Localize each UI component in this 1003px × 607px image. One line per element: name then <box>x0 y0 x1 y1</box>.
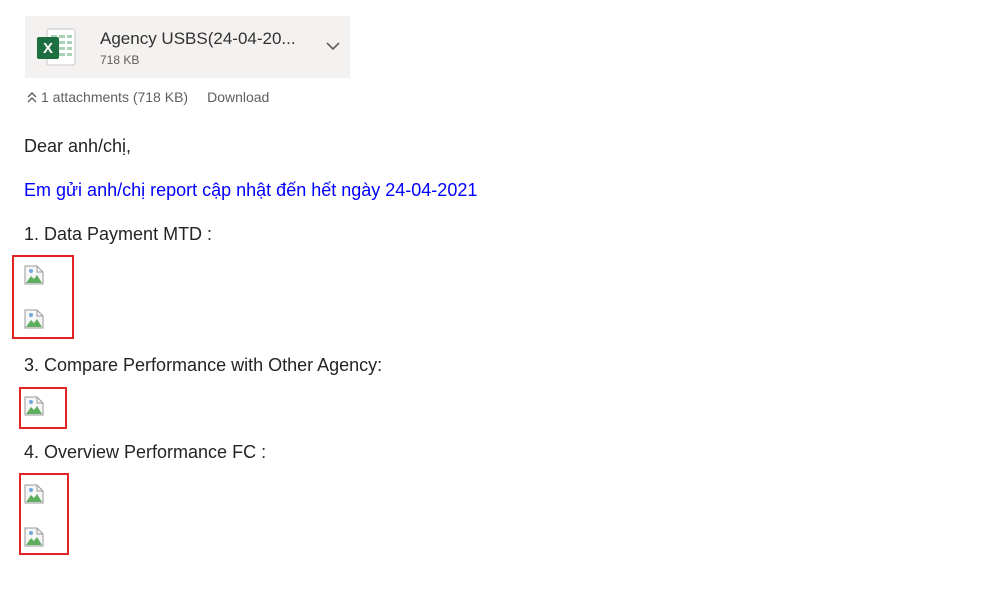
intro-text: Em gửi anh/chị report cập nhật đến hết n… <box>24 180 478 200</box>
collapse-attachments-icon[interactable] <box>26 90 38 104</box>
section-heading-overview-performance: 4. Overview Performance FC : <box>24 442 267 462</box>
broken-image-icon <box>24 396 44 416</box>
section-heading-data-payment: 1. Data Payment MTD : <box>24 224 213 244</box>
attachment-file-size: 718 KB <box>100 53 140 67</box>
attachment-card[interactable]: X Agency USBS(24-04-20... 718 KB <box>25 16 350 78</box>
greeting-text: Dear anh/chị, <box>24 136 132 156</box>
broken-image-icon <box>24 484 44 504</box>
broken-image-icon <box>24 527 44 547</box>
broken-image-icon <box>24 309 44 329</box>
attachments-summary-bar: 1 attachments (718 KB) Download <box>26 89 269 105</box>
attachments-count-label: 1 attachments (718 KB) <box>41 89 189 105</box>
broken-image-icon <box>24 265 44 285</box>
attachment-file-name[interactable]: Agency USBS(24-04-20... <box>100 29 296 49</box>
svg-text:X: X <box>43 40 53 57</box>
chevron-down-icon[interactable] <box>323 36 343 56</box>
excel-file-icon: X <box>37 28 76 66</box>
section-heading-compare-performance: 3. Compare Performance with Other Agency… <box>24 355 383 375</box>
download-all-link[interactable]: Download <box>207 89 269 105</box>
